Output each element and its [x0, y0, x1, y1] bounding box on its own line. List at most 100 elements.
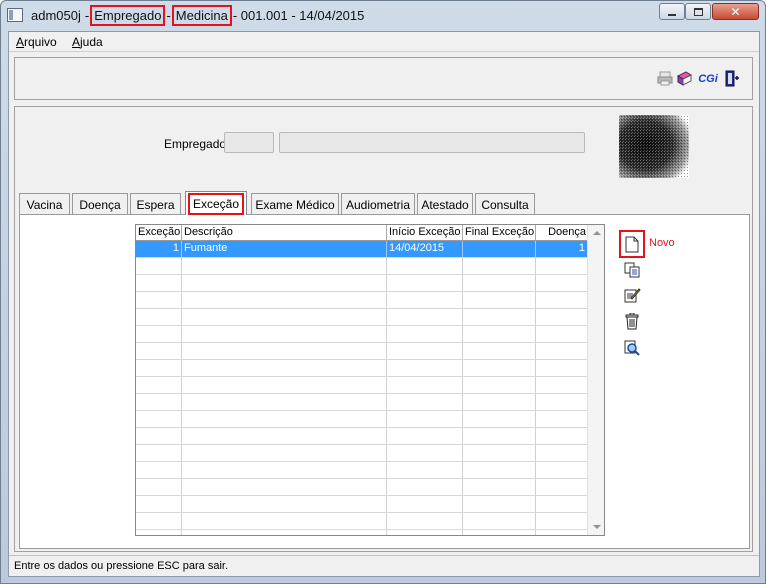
grid-cell[interactable]: [463, 292, 536, 308]
grid-cell[interactable]: [387, 479, 463, 495]
grid-cell[interactable]: [136, 513, 182, 529]
cgi-logo-icon[interactable]: CGi: [698, 70, 718, 87]
table-row[interactable]: [136, 292, 588, 309]
grid-cell[interactable]: [536, 411, 588, 427]
table-row[interactable]: [136, 309, 588, 326]
tab-doenca[interactable]: Doença: [72, 193, 128, 215]
grid-cell[interactable]: [536, 309, 588, 325]
copy-button[interactable]: [623, 261, 641, 279]
column-header-doenca[interactable]: Doença: [536, 225, 588, 240]
app-icon[interactable]: [7, 8, 23, 22]
grid-cell[interactable]: [463, 258, 536, 274]
table-row[interactable]: [136, 445, 588, 462]
grid-cell[interactable]: [136, 343, 182, 359]
grid-cell[interactable]: [182, 343, 387, 359]
grid-cell[interactable]: [136, 377, 182, 393]
table-row[interactable]: [136, 377, 588, 394]
table-row[interactable]: [136, 479, 588, 496]
book-icon[interactable]: [676, 70, 693, 87]
tab-vacina[interactable]: Vacina: [19, 193, 70, 215]
tab-consulta[interactable]: Consulta: [475, 193, 535, 215]
grid-cell[interactable]: [387, 513, 463, 529]
tab-atestado[interactable]: Atestado: [417, 193, 473, 215]
print-icon[interactable]: [656, 70, 673, 87]
grid-cell[interactable]: [463, 479, 536, 495]
grid-cell[interactable]: [463, 309, 536, 325]
grid-cell[interactable]: [536, 258, 588, 274]
table-row[interactable]: [136, 411, 588, 428]
grid-cell[interactable]: [136, 428, 182, 444]
grid-cell[interactable]: [136, 360, 182, 376]
grid-cell[interactable]: [136, 258, 182, 274]
empregado-code-field[interactable]: [224, 132, 274, 153]
grid-cell[interactable]: [182, 462, 387, 478]
grid-cell[interactable]: [536, 496, 588, 512]
grid-cell[interactable]: [463, 360, 536, 376]
search-button[interactable]: [623, 339, 641, 357]
grid-cell[interactable]: [387, 360, 463, 376]
grid-cell[interactable]: [182, 445, 387, 461]
grid-cell[interactable]: [136, 530, 182, 535]
grid-cell[interactable]: [463, 411, 536, 427]
maximize-button[interactable]: [685, 3, 711, 20]
table-row[interactable]: [136, 428, 588, 445]
cell-excecao[interactable]: 1: [136, 241, 182, 257]
grid-cell[interactable]: [536, 479, 588, 495]
grid-cell[interactable]: [182, 530, 387, 535]
grid-cell[interactable]: [182, 479, 387, 495]
table-row[interactable]: [136, 326, 588, 343]
grid-cell[interactable]: [387, 326, 463, 342]
tab-excecao[interactable]: Exceção: [185, 191, 247, 215]
grid-cell[interactable]: [182, 275, 387, 291]
grid-scrollbar[interactable]: [587, 225, 604, 535]
title-bar[interactable]: adm050j - Empregado - Medicina - 001.001…: [1, 1, 765, 31]
grid-cell[interactable]: [536, 462, 588, 478]
novo-label[interactable]: Novo: [649, 237, 675, 249]
column-header-final[interactable]: Final Exceção: [463, 225, 536, 240]
table-row[interactable]: [136, 462, 588, 479]
delete-button[interactable]: [623, 312, 641, 330]
minimize-button[interactable]: [659, 3, 685, 20]
grid-cell[interactable]: [182, 292, 387, 308]
exit-door-icon[interactable]: [724, 70, 741, 87]
grid-cell[interactable]: [463, 343, 536, 359]
tab-audiometria[interactable]: Audiometria: [341, 193, 415, 215]
grid-cell[interactable]: [536, 530, 588, 535]
cell-final[interactable]: [463, 241, 536, 257]
column-header-inicio[interactable]: Início Exceção: [387, 225, 463, 240]
table-row[interactable]: 1 Fumante 14/04/2015 1: [136, 241, 588, 258]
grid-cell[interactable]: [387, 462, 463, 478]
edit-button[interactable]: [623, 286, 641, 304]
grid-cell[interactable]: [182, 326, 387, 342]
grid-cell[interactable]: [536, 326, 588, 342]
grid-cell[interactable]: [463, 394, 536, 410]
grid-cell[interactable]: [182, 496, 387, 512]
table-row[interactable]: [136, 275, 588, 292]
grid-cell[interactable]: [387, 394, 463, 410]
table-row[interactable]: [136, 343, 588, 360]
table-row[interactable]: [136, 496, 588, 513]
scroll-up-icon[interactable]: [593, 231, 601, 235]
grid-cell[interactable]: [387, 292, 463, 308]
grid-cell[interactable]: [536, 513, 588, 529]
column-header-descricao[interactable]: Descrição: [182, 225, 387, 240]
grid-cell[interactable]: [182, 428, 387, 444]
grid-cell[interactable]: [136, 462, 182, 478]
menu-ajuda[interactable]: Ajuda: [72, 35, 103, 49]
grid-cell[interactable]: [387, 377, 463, 393]
novo-button[interactable]: [619, 230, 645, 258]
grid-cell[interactable]: [536, 394, 588, 410]
cell-descricao[interactable]: Fumante: [182, 241, 387, 257]
grid-cell[interactable]: [136, 309, 182, 325]
grid-cell[interactable]: [463, 445, 536, 461]
grid-cell[interactable]: [387, 343, 463, 359]
grid-cell[interactable]: [136, 292, 182, 308]
tab-exame-medico[interactable]: Exame Médico: [251, 193, 339, 215]
grid-cell[interactable]: [387, 309, 463, 325]
grid-cell[interactable]: [536, 360, 588, 376]
table-row[interactable]: [136, 394, 588, 411]
grid-cell[interactable]: [463, 326, 536, 342]
grid-cell[interactable]: [387, 496, 463, 512]
grid-cell[interactable]: [387, 445, 463, 461]
grid-cell[interactable]: [136, 496, 182, 512]
